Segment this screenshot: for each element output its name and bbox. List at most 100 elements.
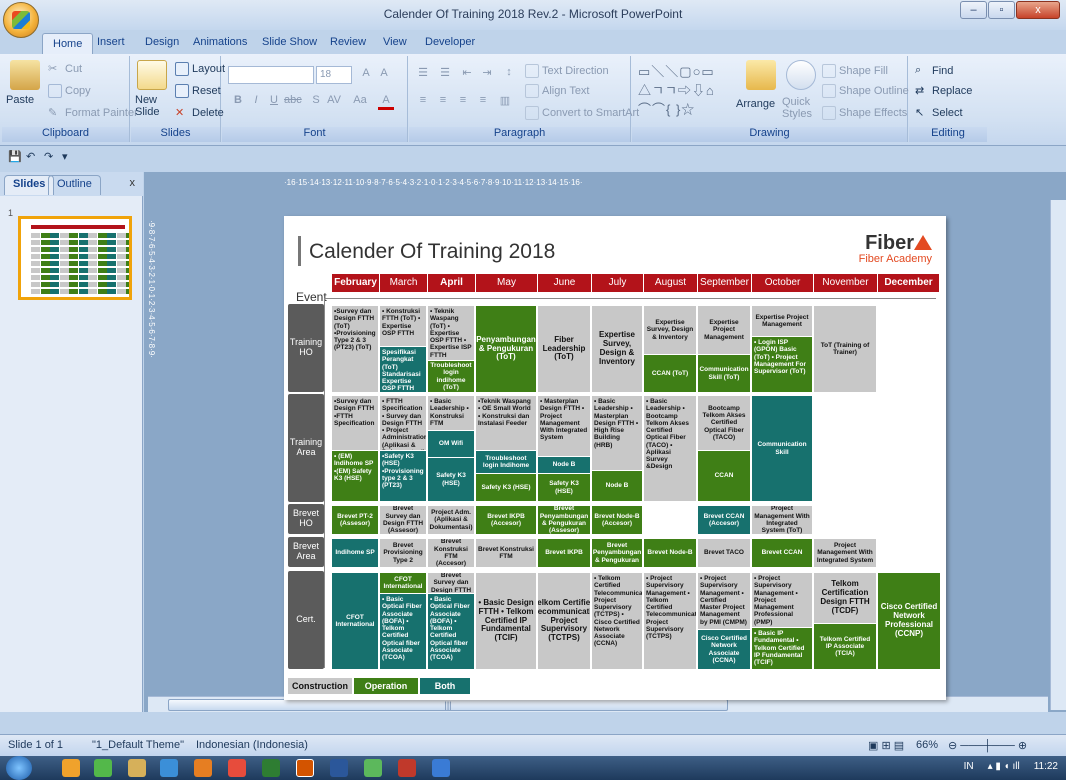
convert-smartart-button[interactable]: Convert to SmartArt	[525, 106, 639, 120]
italic-icon[interactable]: I	[248, 94, 264, 110]
taskbar-chrome-icon[interactable]	[228, 759, 246, 777]
redo-icon[interactable]: ↷	[44, 150, 53, 163]
save-icon[interactable]: 💾	[8, 150, 22, 163]
thumbnail-cell	[116, 254, 126, 259]
tab-outline[interactable]: Outline	[48, 175, 101, 195]
paste-button[interactable]: Paste	[6, 94, 34, 106]
reset-button[interactable]: Reset	[175, 84, 221, 98]
slide-thumbnail[interactable]	[18, 216, 132, 300]
taskbar-explorer-icon[interactable]	[128, 759, 146, 777]
layout-button[interactable]: Layout	[175, 62, 225, 76]
taskbar-excel-icon[interactable]	[262, 759, 280, 777]
taskbar-app-icon[interactable]	[62, 759, 80, 777]
shape-fill-button[interactable]: Shape Fill	[822, 64, 888, 78]
cell-brevet-area-jun: Brevet IKPB	[538, 539, 590, 567]
decrease-indent-icon[interactable]: ⇤	[459, 66, 475, 82]
taskbar-pdf-icon[interactable]	[398, 759, 416, 777]
bold-icon[interactable]: B	[230, 94, 246, 110]
scroll-thumb[interactable]: |||	[168, 699, 728, 711]
text-direction-button[interactable]: Text Direction	[525, 64, 609, 78]
change-case-icon[interactable]: Aa	[352, 94, 368, 110]
thumbnail-cell	[50, 261, 59, 266]
columns-icon[interactable]: ▥	[497, 94, 513, 110]
align-right-icon[interactable]: ≡	[455, 94, 471, 110]
arrange-button[interactable]: Arrange	[736, 98, 775, 110]
taskbar-firefox-icon[interactable]	[194, 759, 212, 777]
zoom-slider[interactable]: ⊖ ───┼─── ⊕	[948, 739, 1027, 752]
thumbnail-cell	[31, 233, 40, 238]
quick-styles-button[interactable]: Quick Styles	[782, 96, 816, 120]
numbering-icon[interactable]: ☰	[437, 66, 453, 82]
tab-slide-show[interactable]: Slide Show	[262, 36, 317, 48]
language[interactable]: Indonesian (Indonesia)	[196, 739, 308, 751]
font-size-select[interactable]: 18	[316, 66, 352, 84]
shape-outline-button[interactable]: Shape Outline	[822, 84, 909, 98]
shape-effects-button[interactable]: Shape Effects	[822, 106, 907, 120]
strikethrough-icon[interactable]: abc	[284, 94, 302, 110]
cut-button[interactable]: ✂ Cut	[48, 62, 82, 76]
cell-brevet-area-may: Brevet Konstruksi FTM	[476, 539, 536, 567]
tab-home[interactable]: Home	[42, 33, 94, 55]
font-family-select[interactable]	[228, 66, 314, 84]
copy-button[interactable]: Copy	[48, 84, 91, 98]
taskbar-ie-icon[interactable]	[160, 759, 178, 777]
start-button[interactable]	[6, 756, 32, 780]
tab-animations[interactable]: Animations	[193, 36, 247, 48]
select-button[interactable]: ↖ Select	[915, 106, 963, 120]
tab-developer[interactable]: Developer	[425, 36, 475, 48]
bullets-icon[interactable]: ☰	[415, 66, 431, 82]
slide[interactable]: Calender Of Training 2018 Fiber Fiber Ac…	[284, 216, 946, 700]
delete-button[interactable]: ✕ Delete	[175, 106, 224, 120]
align-text-button[interactable]: Align Text	[525, 84, 590, 98]
underline-icon[interactable]: U	[266, 94, 282, 110]
month-november: November	[814, 274, 878, 292]
tab-slides[interactable]: Slides	[4, 175, 55, 195]
customize-qat-icon[interactable]: ▾	[62, 150, 68, 163]
tab-insert[interactable]: Insert	[97, 36, 125, 48]
layout-label: Layout	[192, 63, 226, 75]
justify-icon[interactable]: ≡	[475, 94, 491, 110]
view-buttons[interactable]: ▣ ⊞ ▤	[868, 739, 904, 752]
vertical-scrollbar[interactable]	[1050, 200, 1066, 710]
zoom-level[interactable]: 66%	[916, 739, 938, 751]
cell-training-ho-oct-2: • Login ISP (GPON) Basic (ToT) • Project…	[752, 337, 812, 392]
tab-view[interactable]: View	[383, 36, 407, 48]
replace-button[interactable]: ⇄ Replace	[915, 84, 972, 98]
taskbar-app-icon[interactable]	[364, 759, 382, 777]
shrink-font-icon[interactable]: A	[376, 67, 392, 83]
cell-training-area-aug: • Basic Leadership • Bootcamp Telkom Aks…	[644, 396, 696, 501]
align-center-icon[interactable]: ≡	[435, 94, 451, 110]
tray-icons[interactable]: ▴ ▮ ◖ ıll	[988, 761, 1020, 772]
slide-title: Calender Of Training 2018	[309, 240, 556, 263]
grow-font-icon[interactable]: A	[358, 67, 374, 83]
tab-review[interactable]: Review	[330, 36, 366, 48]
window-controls: – ▫ x	[960, 1, 1060, 19]
pane-close-icon[interactable]: x	[130, 177, 136, 189]
tab-design[interactable]: Design	[145, 36, 179, 48]
cell-cert-apr-2: • Basic Optical Fiber Associate (BOFA) •…	[428, 594, 474, 669]
spacing-icon[interactable]: AV	[326, 94, 342, 110]
shadow-icon[interactable]: S	[308, 94, 324, 110]
taskbar-app-icon[interactable]	[94, 759, 112, 777]
clock[interactable]: 11:22	[1034, 761, 1058, 772]
new-slide-button[interactable]: New Slide	[135, 94, 165, 118]
taskbar-word-icon[interactable]	[330, 759, 348, 777]
language-indicator[interactable]: IN	[964, 761, 974, 772]
align-left-icon[interactable]: ≡	[415, 94, 431, 110]
line-spacing-icon[interactable]: ↕	[501, 66, 517, 82]
taskbar-app-icon[interactable]	[432, 759, 450, 777]
cell-training-ho-sep-2: Communication Skill (ToT)	[698, 355, 750, 392]
font-color-icon[interactable]: A	[378, 94, 394, 110]
taskbar-powerpoint-icon[interactable]	[296, 759, 314, 777]
close-button[interactable]: x	[1016, 1, 1060, 19]
increase-indent-icon[interactable]: ⇥	[479, 66, 495, 82]
brand-subtitle: Fiber Academy	[858, 253, 932, 265]
find-button[interactable]: ⌕ Find	[915, 64, 953, 78]
thumbnail-cell	[69, 261, 78, 266]
format-painter-button[interactable]: ✎ Format Painter	[48, 106, 138, 120]
undo-icon[interactable]: ↶	[26, 150, 35, 163]
office-button[interactable]	[3, 2, 39, 38]
maximize-button[interactable]: ▫	[988, 1, 1015, 19]
minimize-button[interactable]: –	[960, 1, 987, 19]
shapes-gallery[interactable]: ▭＼＼▢○▭ △ㄱㄱ⇨⇩⌂ ⌒⌒{ }☆	[638, 62, 720, 120]
